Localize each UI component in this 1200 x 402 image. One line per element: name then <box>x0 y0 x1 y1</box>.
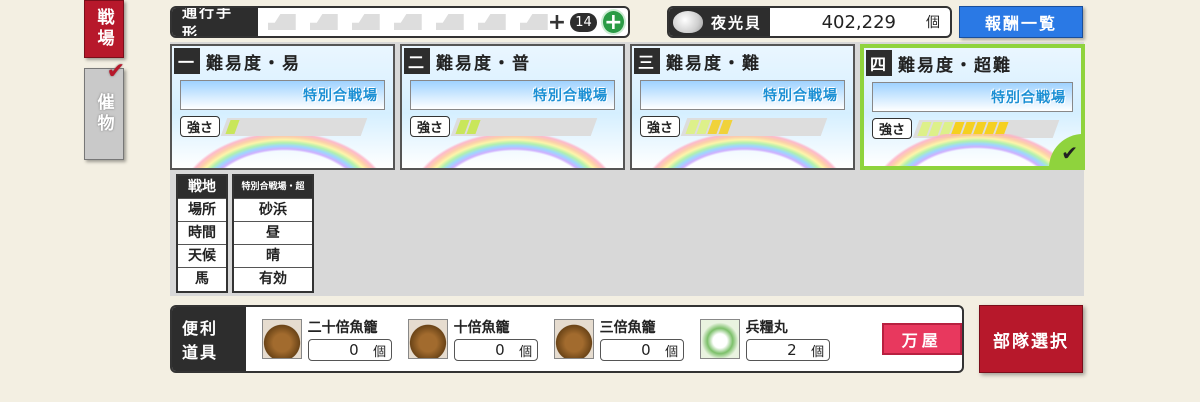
item-count-box: 2 個 <box>745 339 830 361</box>
pass-slot-icon <box>267 14 296 30</box>
difficulty-title: 難易度・難 <box>666 53 761 74</box>
add-pass-button[interactable]: + <box>600 9 626 35</box>
item-unit: 個 <box>665 344 679 360</box>
card-header: 四 難易度・超難 <box>864 48 1081 78</box>
item-unit: 個 <box>811 344 825 360</box>
shell-bar: 夜光貝 402,229 個 <box>667 6 952 38</box>
item-name: 十倍魚籠 <box>453 320 510 336</box>
item-count-box: 0 個 <box>599 339 684 361</box>
card-header: 三 難易度・難 <box>632 46 853 76</box>
card-header: 一 難易度・易 <box>172 46 393 76</box>
reward-list-button[interactable]: 報酬一覧 <box>959 6 1083 38</box>
tab-battlefield[interactable]: 戦場 <box>84 0 124 58</box>
shell-unit: 個 <box>926 15 940 31</box>
item-unit: 個 <box>519 344 533 360</box>
pass-slot-icon <box>435 14 464 30</box>
item-info: 三倍魚籠 0 個 <box>599 317 684 361</box>
difficulty-title: 難易度・超難 <box>898 55 1012 76</box>
info-values: 特別合戦場・超難 砂浜昼晴有効 <box>232 174 314 293</box>
stage-banner: 特別合戦場 <box>640 80 845 110</box>
item-info: 兵糧丸 2 個 <box>745 317 830 361</box>
item-info: 十倍魚籠 0 個 <box>453 317 538 361</box>
info-value: 砂浜 <box>234 199 312 222</box>
stage-banner: 特別合戦場 <box>180 80 385 110</box>
pass-slot-icon <box>393 14 422 30</box>
pass-count: 14 <box>570 12 597 32</box>
stage-info: 戦地 場所 時間 天候馬 特別合戦場・超難 砂浜昼晴有効 <box>176 174 314 293</box>
stage-panel: 一 難易度・易 特別合戦場 強さ 二 難易度・普 特別合戦場 強さ 三 難易度・… <box>170 42 1085 296</box>
strength-label: 強さ <box>640 116 681 137</box>
info-key: 天候 <box>178 245 226 268</box>
basket-icon <box>407 319 448 359</box>
strength-label: 強さ <box>410 116 451 137</box>
info-keys: 戦地 場所 時間 天候馬 <box>176 174 228 293</box>
item-list: 二十倍魚籠 0 個 十倍魚籠 0 個 三倍魚籠 0 個 兵糧丸 2 個 <box>246 317 830 361</box>
info-key: 場所 <box>178 199 226 222</box>
stage-banner: 特別合戦場 <box>410 80 615 110</box>
info-key: 馬 <box>195 271 209 287</box>
card-header: 二 難易度・普 <box>402 46 623 76</box>
difficulty-card-1[interactable]: 一 難易度・易 特別合戦場 強さ <box>170 44 395 170</box>
pass-slot-icon <box>477 14 506 30</box>
item-entry[interactable]: 三倍魚籠 0 個 <box>553 317 684 361</box>
item-count-box: 0 個 <box>453 339 538 361</box>
difficulty-number: 二 <box>404 48 430 74</box>
pass-label: 通行手形 <box>172 8 258 36</box>
item-name: 二十倍魚籠 <box>307 320 378 336</box>
item-count: 0 <box>495 341 505 359</box>
difficulty-card-3[interactable]: 三 難易度・難 特別合戦場 強さ <box>630 44 855 170</box>
plus-icon: + <box>547 9 567 35</box>
item-entry[interactable]: 二十倍魚籠 0 個 <box>261 317 392 361</box>
pass-slot-icon <box>309 14 338 30</box>
difficulty-number: 一 <box>174 48 200 74</box>
difficulty-card-2[interactable]: 二 難易度・普 特別合戦場 強さ <box>400 44 625 170</box>
strength-label: 強さ <box>180 116 221 137</box>
rice-ball-icon <box>699 319 740 359</box>
check-icon: ✔ <box>106 59 129 84</box>
item-unit: 個 <box>373 344 387 360</box>
info-value: 晴 <box>234 245 312 268</box>
info-value: 昼 <box>234 222 312 245</box>
items-label: 便利道具 <box>172 307 246 371</box>
shell-icon <box>673 11 703 33</box>
pass-slot-icon <box>351 14 380 30</box>
info-key: 時間 <box>178 222 226 245</box>
stage-banner: 特別合戦場 <box>872 82 1073 112</box>
difficulty-title: 難易度・普 <box>436 53 531 74</box>
item-name: 三倍魚籠 <box>599 320 656 336</box>
item-name: 兵糧丸 <box>745 320 788 336</box>
item-info: 二十倍魚籠 0 個 <box>307 317 392 361</box>
unit-select-button[interactable]: 部隊選択 <box>979 305 1083 373</box>
shell-value: 402,229 <box>821 11 896 33</box>
difficulty-title: 難易度・易 <box>206 53 301 74</box>
item-count: 2 <box>787 341 797 359</box>
shop-button[interactable]: 万屋 <box>881 323 962 355</box>
difficulty-number: 四 <box>866 50 892 76</box>
difficulty-cards: 一 難易度・易 特別合戦場 強さ 二 難易度・普 特別合戦場 強さ 三 難易度・… <box>170 44 1085 170</box>
info-header-left: 戦地 <box>178 176 226 199</box>
item-count: 0 <box>641 341 651 359</box>
pass-slot-icon <box>519 14 548 30</box>
pass-bar: 通行手形 + 14 + <box>170 6 630 38</box>
basket-icon <box>261 319 302 359</box>
item-count-box: 0 個 <box>307 339 392 361</box>
shell-label-segment: 夜光貝 <box>669 8 771 36</box>
basket-icon <box>553 319 594 359</box>
item-count: 0 <box>349 341 359 359</box>
info-header-right: 特別合戦場・超難 <box>234 176 312 215</box>
difficulty-card-4[interactable]: 四 難易度・超難 特別合戦場 強さ ✔ <box>860 44 1085 170</box>
shell-label: 夜光貝 <box>711 13 763 32</box>
difficulty-number: 三 <box>634 48 660 74</box>
pass-slots <box>258 14 548 30</box>
items-bar: 便利道具 二十倍魚籠 0 個 十倍魚籠 0 個 三倍魚籠 0 個 兵糧丸 2 個… <box>170 305 964 373</box>
tab-event[interactable]: 催物 ✔ <box>84 59 125 160</box>
item-entry[interactable]: 十倍魚籠 0 個 <box>407 317 538 361</box>
item-entry[interactable]: 兵糧丸 2 個 <box>699 317 830 361</box>
tab-event-label: 催物 <box>93 93 114 135</box>
info-value: 有効 <box>259 271 287 287</box>
